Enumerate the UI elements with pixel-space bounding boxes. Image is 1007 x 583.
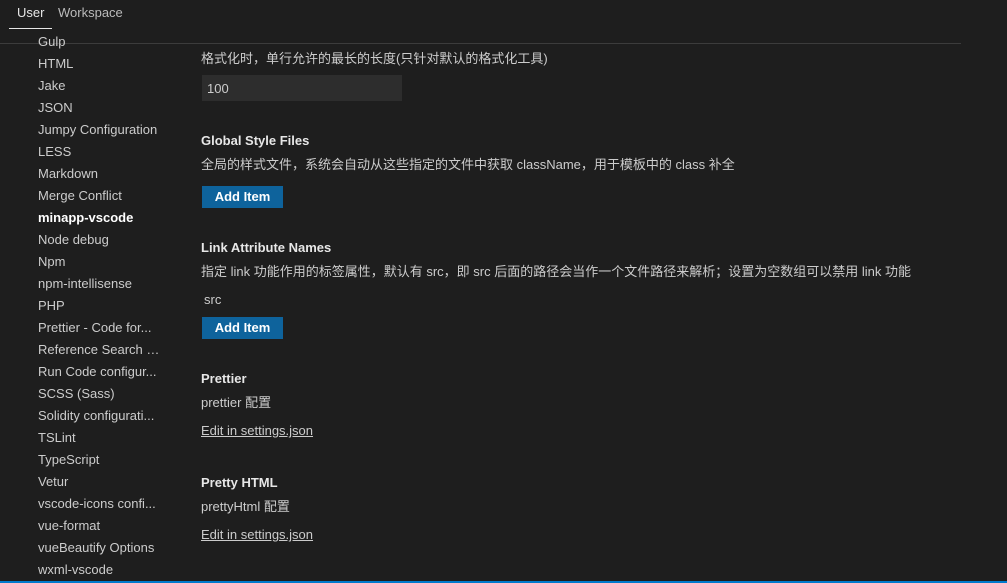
edit-in-settings-link[interactable]: Edit in settings.json [201,527,313,542]
toc-item-run-code[interactable]: Run Code configur... [38,361,163,383]
setting-description: 全局的样式文件，系统会自动从这些指定的文件中获取 className，用于模板中… [201,157,735,172]
toc-item-merge-conflict[interactable]: Merge Conflict [38,185,163,207]
toc-item-markdown[interactable]: Markdown [38,163,163,185]
add-item-button[interactable]: Add Item [202,186,283,208]
toc-item-vuebeautify[interactable]: vueBeautify Options [38,537,163,559]
tab-workspace[interactable]: Workspace [58,0,123,29]
toc-item-npm-intellisense[interactable]: npm-intellisense [38,273,163,295]
tab-user[interactable]: User [9,0,53,29]
toc-item-vetur[interactable]: Vetur [38,471,163,493]
setting-description: prettyHtml 配置 [201,499,290,514]
list-item[interactable]: src [204,292,221,307]
toc-item-scss[interactable]: SCSS (Sass) [38,383,163,405]
toc-item-minapp-vscode[interactable]: minapp-vscode [38,207,163,229]
setting-title: Pretty HTML [201,475,278,490]
toc-item-gulp[interactable]: Gulp [38,34,163,53]
toc-item-less[interactable]: LESS [38,141,163,163]
toc-item-npm[interactable]: Npm [38,251,163,273]
toc-item-vscode-icons[interactable]: vscode-icons confi... [38,493,163,515]
add-item-button[interactable]: Add Item [202,317,283,339]
settings-toc: Gulp HTML Jake JSON Jumpy Configuration … [0,34,180,583]
toc-item-json[interactable]: JSON [38,97,163,119]
toc-item-reference-search[interactable]: Reference Search V... [38,339,163,361]
toc-item-prettier[interactable]: Prettier - Code for... [38,317,163,339]
toc-item-typescript[interactable]: TypeScript [38,449,163,471]
toc-item-wxml-vscode[interactable]: wxml-vscode [38,559,163,581]
setting-title: Link Attribute Names [201,240,332,255]
toc-item-solidity[interactable]: Solidity configurati... [38,405,163,427]
toc-item-jake[interactable]: Jake [38,75,163,97]
setting-description: 格式化时，单行允许的最长的长度(只针对默认的格式化工具) [201,51,548,66]
setting-title: Prettier [201,371,247,386]
toc-item-html[interactable]: HTML [38,53,163,75]
setting-description: 指定 link 功能作用的标签属性，默认有 src，即 src 后面的路径会当作… [201,264,911,279]
toc-item-jumpy[interactable]: Jumpy Configuration [38,119,163,141]
toc-item-node-debug[interactable]: Node debug [38,229,163,251]
toc-item-vue-format[interactable]: vue-format [38,515,163,537]
setting-title: Global Style Files [201,133,310,148]
format-width-input[interactable] [202,75,402,101]
edit-in-settings-link[interactable]: Edit in settings.json [201,423,313,438]
settings-content: 格式化时，单行允许的最长的长度(只针对默认的格式化工具) Global Styl… [201,44,961,583]
toc-item-tslint[interactable]: TSLint [38,427,163,449]
toc-item-php[interactable]: PHP [38,295,163,317]
setting-description: prettier 配置 [201,395,272,410]
